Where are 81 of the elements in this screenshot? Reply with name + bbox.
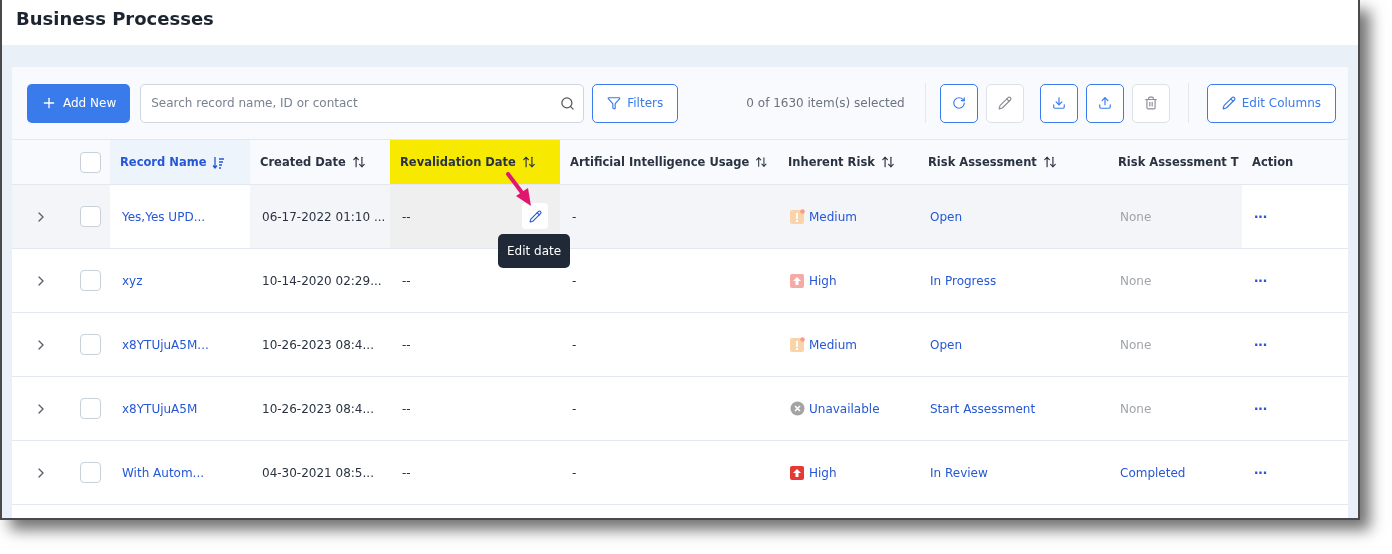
filters-button[interactable]: Filters [592, 83, 679, 123]
created-date: 10-26-2023 08:4... [262, 337, 374, 352]
download-button[interactable] [1039, 83, 1078, 123]
assessment-link[interactable]: In Progress [930, 273, 997, 288]
created-date: 06-17-2022 01:10 ... [262, 209, 386, 224]
sort-descending-icon[interactable] [212, 155, 226, 169]
upload-button[interactable] [1085, 83, 1124, 123]
risk-level-link[interactable]: Medium [809, 209, 857, 224]
risk-level-link[interactable]: High [809, 273, 837, 288]
risk-level-link[interactable]: Unavailable [809, 401, 880, 416]
plus-icon [41, 95, 57, 111]
created-date: 10-26-2023 08:4... [262, 401, 374, 416]
more-button[interactable]: ··· [1254, 463, 1267, 482]
column-header[interactable]: Record Name [110, 140, 250, 184]
assessment-link[interactable]: In Review [930, 465, 988, 480]
assessment-link[interactable]: Start Assessment [930, 401, 1036, 416]
selection-count: 0 of 1630 item(s) selected [746, 96, 905, 110]
row-checkbox[interactable] [79, 270, 101, 291]
row-checkbox[interactable] [79, 334, 101, 355]
record-name-link[interactable]: With Autom... [122, 465, 205, 480]
row-checkbox[interactable] [79, 398, 101, 419]
trash-icon [1143, 96, 1158, 110]
column-header[interactable]: Artificial Intelligence Usage [560, 140, 778, 184]
assessment-link[interactable]: Open [930, 209, 963, 224]
created-date: 04-30-2021 08:5... [262, 465, 374, 480]
assessment-status: None [1120, 337, 1152, 352]
ai-usage: - [572, 337, 577, 352]
tooltip: Edit date [498, 234, 571, 268]
record-name-link[interactable]: x8YTUjuA5M... [122, 337, 209, 352]
page-title: Business Processes [15, 7, 215, 31]
ai-usage: - [572, 209, 577, 224]
row-checkbox[interactable] [79, 206, 101, 227]
ai-usage: - [572, 401, 577, 416]
sort-icon[interactable] [755, 155, 768, 169]
assessment-status: None [1120, 401, 1152, 416]
assessment-status: Completed [1120, 465, 1186, 480]
upload-icon [1097, 96, 1112, 110]
revalidation-date: -- [402, 209, 411, 224]
risk-level-link[interactable]: Medium [809, 337, 857, 352]
pencil-icon [528, 209, 542, 223]
more-button[interactable]: ··· [1254, 207, 1267, 226]
more-button[interactable]: ··· [1254, 399, 1267, 418]
assessment-status: None [1120, 273, 1152, 288]
edit-date-button[interactable] [522, 203, 548, 229]
filter-icon [607, 96, 622, 110]
sort-icon[interactable] [1042, 155, 1057, 169]
sort-icon[interactable] [351, 155, 366, 169]
more-button[interactable]: ··· [1254, 271, 1267, 290]
revalidation-date: -- [402, 401, 411, 416]
column-header[interactable]: Risk Assessment T [1108, 140, 1242, 184]
created-date: 10-14-2020 02:29... [262, 273, 382, 288]
record-name-link[interactable]: xyz [122, 273, 143, 288]
pencil-icon [997, 96, 1012, 110]
sort-icon[interactable] [880, 155, 895, 169]
select-all-checkbox[interactable] [79, 151, 101, 173]
download-icon [1051, 96, 1066, 110]
revalidation-date: -- [402, 465, 411, 480]
assessment-status: None [1120, 209, 1152, 224]
sort-icon[interactable] [521, 155, 536, 169]
refresh-icon [951, 96, 966, 110]
risk-level-link[interactable]: High [809, 465, 837, 480]
add-new-button[interactable]: Add New [27, 83, 131, 123]
refresh-button[interactable] [939, 83, 978, 123]
column-header[interactable]: Revalidation Date [390, 140, 560, 184]
ai-usage: - [572, 465, 577, 480]
revalidation-date: -- [402, 337, 411, 352]
record-name-link[interactable]: x8YTUjuA5M [122, 401, 198, 416]
search-icon [560, 95, 576, 111]
edit-columns-button[interactable]: Edit Columns [1206, 83, 1336, 123]
assessment-link[interactable]: Open [930, 337, 963, 352]
ai-usage: - [572, 273, 577, 288]
revalidation-date: -- [402, 273, 411, 288]
column-header[interactable]: Created Date [250, 140, 390, 184]
column-header[interactable]: Action [1242, 140, 1348, 184]
column-header[interactable]: Risk Assessment [918, 140, 1108, 184]
record-name-link[interactable]: Yes,Yes UPD... [122, 209, 206, 224]
search-field[interactable]: Search record name, ID or contact [140, 83, 585, 123]
row-checkbox[interactable] [79, 462, 101, 483]
more-button[interactable]: ··· [1254, 335, 1267, 354]
column-header[interactable]: Inherent Risk [778, 140, 918, 184]
pencil-icon [1221, 96, 1236, 110]
